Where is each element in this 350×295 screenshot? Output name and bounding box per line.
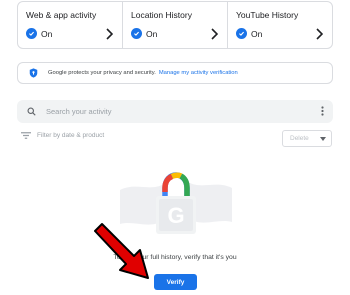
search-bar [17,100,333,123]
card-youtube-history[interactable]: YouTube History On [228,2,332,48]
status-text: On [41,28,53,39]
card-web-app-activity[interactable]: Web & app activity On [18,2,123,48]
verify-button[interactable]: Verify [154,274,197,290]
check-circle-icon [131,28,142,39]
filter-label: Filter by date & product [37,132,105,139]
card-status: On [26,28,52,39]
chevron-right-icon [211,28,218,40]
card-title: YouTube History [236,10,299,20]
filter-by-date-product[interactable]: Filter by date & product [21,132,104,139]
verify-message: To see your full history, verify that it… [113,254,237,261]
manage-verification-link[interactable]: Manage my activity verification [159,70,238,76]
check-circle-icon [236,28,247,39]
card-title: Web & app activity [26,10,97,20]
check-circle-icon [26,28,37,39]
shield-icon [29,68,38,78]
chevron-right-icon [316,28,323,40]
delete-dropdown[interactable]: Delete [282,130,332,147]
caret-down-icon [320,137,326,141]
search-icon[interactable] [27,107,36,116]
delete-label: Delete [290,135,309,142]
chevron-right-icon [106,28,113,40]
status-text: On [146,28,158,39]
card-status: On [236,28,262,39]
activity-controls: Web & app activity On Location History O… [17,1,333,49]
filter-icon [21,132,31,139]
red-arrow-annotation [94,223,149,279]
card-location-history[interactable]: Location History On [123,2,228,48]
status-text: On [251,28,263,39]
notice-text: Google protects your privacy and securit… [48,70,156,76]
more-options-icon[interactable] [321,106,324,116]
svg-text:G: G [167,203,184,228]
search-input[interactable] [44,106,278,117]
card-title: Location History [131,10,192,20]
card-status: On [131,28,157,39]
privacy-notice: Google protects your privacy and securit… [17,62,333,84]
